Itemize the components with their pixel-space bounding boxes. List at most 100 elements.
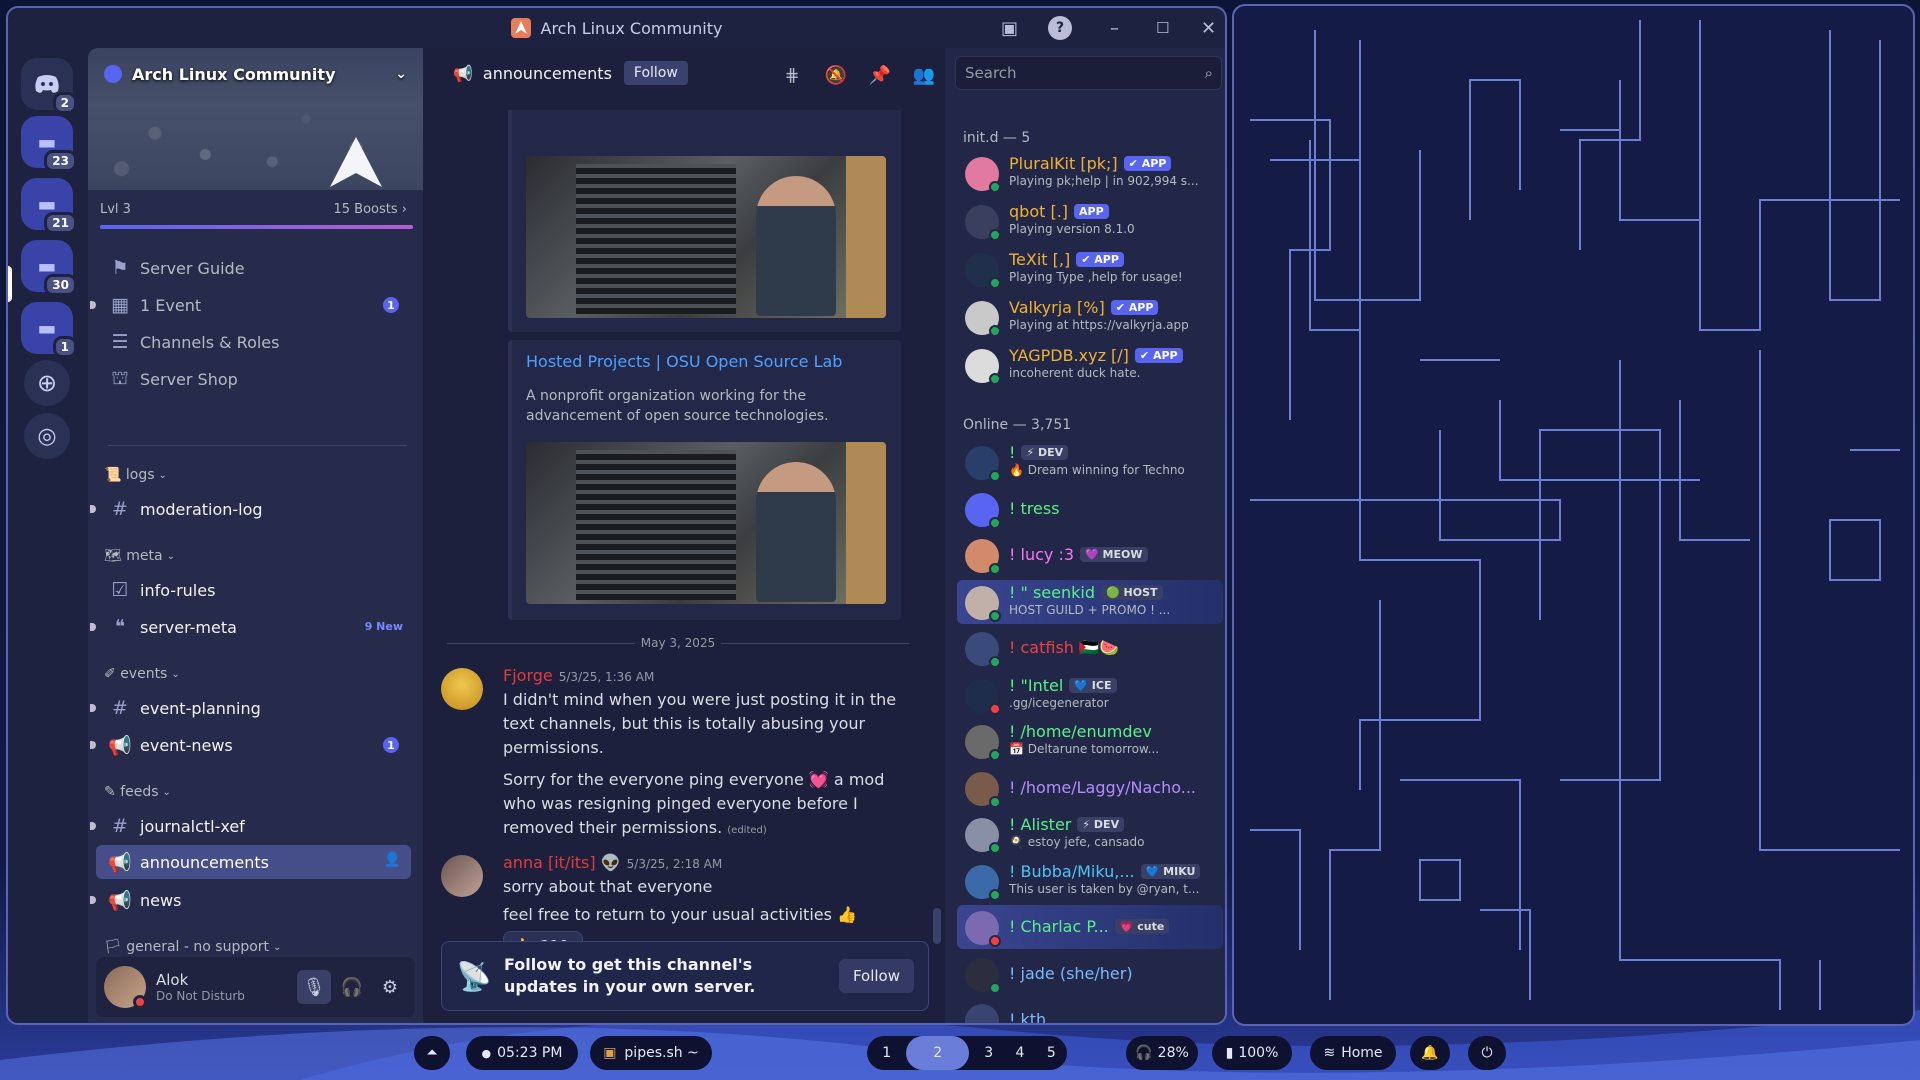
- folder-badge: 30: [44, 274, 77, 296]
- workspace-3[interactable]: 3: [973, 1036, 1004, 1070]
- member-row[interactable]: ! "Intel 💙 ICE .gg/icegenerator: [957, 673, 1223, 717]
- search-input[interactable]: Search ⌕: [955, 56, 1222, 90]
- member-row[interactable]: Valkyrja [%] ✔ APP Playing at https://valk…: [957, 295, 1223, 339]
- category-feeds[interactable]: ✎ feeds ⌄: [104, 781, 171, 803]
- embed-image[interactable]: [526, 442, 886, 604]
- battery-indicator[interactable]: ▮ 100%: [1212, 1036, 1292, 1070]
- explore-button[interactable]: ◎: [24, 413, 70, 459]
- workspace-2[interactable]: 2: [906, 1036, 969, 1070]
- follow-channel-bar: 📡 Follow to get this channel's updates i…: [441, 941, 929, 1011]
- mute-mic-button[interactable]: 🎙: [297, 970, 331, 1004]
- member-activity: .gg/icegenerator: [1009, 695, 1109, 710]
- channel-info-rules[interactable]: ☑ info-rules: [96, 573, 411, 607]
- server-folder-4[interactable]: ▬ 1: [21, 302, 77, 358]
- avatar: [965, 446, 1001, 482]
- avatar[interactable]: [441, 855, 483, 897]
- member-row[interactable]: ! Alister ⚡ DEV 🍳 estoy jefe, cansado: [957, 812, 1223, 856]
- scrollbar[interactable]: [933, 908, 941, 944]
- member-row[interactable]: ! jade (she/her): [957, 952, 1223, 996]
- member-row[interactable]: ! /home/Laggy/Nacho...: [957, 766, 1223, 810]
- server-folder-2[interactable]: ▬ 21: [21, 178, 77, 234]
- invite-icon[interactable]: 👤: [384, 852, 401, 868]
- notifications-button[interactable]: 🔔: [1410, 1036, 1450, 1070]
- message-author[interactable]: Fjorge 5/3/25, 1:36 AM: [503, 666, 654, 685]
- dnd-status-indicator: [133, 995, 147, 1009]
- network-indicator[interactable]: ≋ Home: [1310, 1036, 1396, 1070]
- arch-launcher-button[interactable]: ⏶: [414, 1036, 450, 1070]
- channel-event-planning[interactable]: # event-planning: [90, 691, 411, 725]
- member-row[interactable]: ! lucy :3 💜 MEOW: [957, 533, 1223, 577]
- boost-count: 15 Boosts ›: [333, 202, 408, 217]
- sidebar-item-channels-roles[interactable]: ☰ Channels & Roles: [96, 325, 411, 359]
- follow-channel-button[interactable]: Follow: [838, 959, 914, 993]
- pin-icon[interactable]: 📌: [869, 64, 891, 86]
- avatar[interactable]: [441, 668, 483, 710]
- workspace-4[interactable]: 4: [1004, 1036, 1035, 1070]
- notifications-off-icon[interactable]: 🔕: [825, 64, 847, 86]
- close-button[interactable]: ✕: [1201, 16, 1216, 40]
- mic-off-icon: 🎙: [302, 976, 326, 998]
- deafen-button[interactable]: 🎧: [335, 970, 369, 1004]
- clock[interactable]: ● 05:23 PM: [466, 1036, 578, 1070]
- alien-badge-icon: 👽: [600, 853, 621, 872]
- avatar: [965, 725, 1001, 761]
- channel-announcements[interactable]: 📢 announcements 👤: [96, 845, 411, 879]
- channel-server-meta[interactable]: ❝ server-meta 9 New: [90, 610, 411, 644]
- sidebar-item-server-shop[interactable]: ⛫ Server Shop: [96, 362, 411, 396]
- meta-icon: 🗺: [104, 548, 122, 564]
- follow-button[interactable]: Follow: [623, 61, 688, 85]
- power-icon: ⏻: [1481, 1045, 1493, 1061]
- boost-progress[interactable]: Lvl 3 15 Boosts ›: [88, 190, 423, 236]
- category-general[interactable]: 🏳 general - no support ⌄: [104, 936, 281, 958]
- events-count-badge: 1: [383, 297, 399, 313]
- channel-journalctl-xef[interactable]: # journalctl-xef: [90, 809, 411, 843]
- member-row[interactable]: TeXit [,] ✔ APP Playing Type ,help for usa…: [957, 247, 1223, 291]
- message-author[interactable]: anna [it/its] 👽 5/3/25, 2:18 AM: [503, 853, 722, 872]
- category-events[interactable]: ✐ events ⌄: [104, 663, 180, 685]
- avatar: [965, 349, 1001, 385]
- minimize-button[interactable]: –: [1110, 16, 1119, 40]
- workspace-1[interactable]: 1: [871, 1036, 902, 1070]
- member-list-icon[interactable]: 👥: [913, 64, 935, 86]
- inbox-icon[interactable]: ▣: [1001, 16, 1018, 40]
- embed-image[interactable]: [526, 156, 886, 318]
- home-button[interactable]: 2: [21, 58, 77, 114]
- embed-title-link[interactable]: Hosted Projects | OSU Open Source Lab: [526, 352, 842, 371]
- channel-news[interactable]: 📢 news: [90, 883, 411, 917]
- category-logs[interactable]: 📜 logs ⌄: [104, 464, 167, 486]
- events-icon: ✐: [104, 666, 116, 682]
- power-button[interactable]: ⏻: [1468, 1036, 1506, 1070]
- avatar: [965, 632, 1001, 668]
- volume-indicator[interactable]: 🎧 28%: [1126, 1036, 1198, 1070]
- sidebar-item-events[interactable]: ▦ 1 Event 1: [90, 288, 411, 322]
- server-rail: 2 ▬ 23 ▬ 21 ▬ 30 ▬ 1 ⊕ ◎: [8, 48, 88, 1023]
- member-row[interactable]: qbot [.] APP Playing version 8.1.0: [957, 199, 1223, 243]
- avatar[interactable]: [104, 966, 147, 1009]
- user-settings-button[interactable]: ⚙: [373, 970, 407, 1004]
- member-row[interactable]: ! catfish 🇵🇸🍉: [957, 626, 1223, 670]
- server-folder-3[interactable]: ▬ 30: [21, 240, 77, 296]
- member-row[interactable]: ! Bubba/Miku,... 💙 MIKU This user is taken…: [957, 859, 1223, 903]
- workspace-5[interactable]: 5: [1036, 1036, 1067, 1070]
- channel-moderation-log[interactable]: # moderation-log: [90, 492, 411, 526]
- member-row[interactable]: ! ⚡ DEV 🔥 Dream winning for Techno: [957, 440, 1223, 484]
- discord-icon: [35, 75, 59, 93]
- sidebar-item-server-guide[interactable]: ⚑ Server Guide: [96, 251, 411, 285]
- channel-event-news[interactable]: 📢 event-news 1: [90, 728, 411, 762]
- member-row[interactable]: ! Charlac P... 💗 cute: [957, 905, 1223, 949]
- member-row[interactable]: ! " seenkid 🟢 HOST HOST GUILD + PROMO ! ..…: [957, 579, 1223, 624]
- member-row[interactable]: ! kth: [957, 998, 1223, 1023]
- category-meta[interactable]: 🗺 meta ⌄: [104, 545, 175, 567]
- megaphone-icon: 📢: [108, 734, 132, 757]
- member-row[interactable]: YAGPDB.xyz [/] ✔ APP incoherent duck hate.: [957, 343, 1223, 387]
- add-server-button[interactable]: ⊕: [24, 360, 70, 406]
- threads-icon[interactable]: ⋕: [781, 64, 803, 86]
- maximize-button[interactable]: ☐: [1156, 16, 1169, 40]
- member-row[interactable]: ! /home/enumdev 📅 Deltarune tomorrow...: [957, 719, 1223, 763]
- member-row[interactable]: PluralKit [pk;] ✔ APP Playing pk;help | in…: [957, 151, 1223, 195]
- server-header[interactable]: Arch Linux Community ⌄: [88, 48, 423, 100]
- active-app-button[interactable]: ▣ pipes.sh ~: [590, 1036, 712, 1070]
- member-row[interactable]: ! tress: [957, 487, 1223, 531]
- server-folder-1[interactable]: ▬ 23: [21, 116, 77, 172]
- help-icon[interactable]: ?: [1048, 16, 1072, 40]
